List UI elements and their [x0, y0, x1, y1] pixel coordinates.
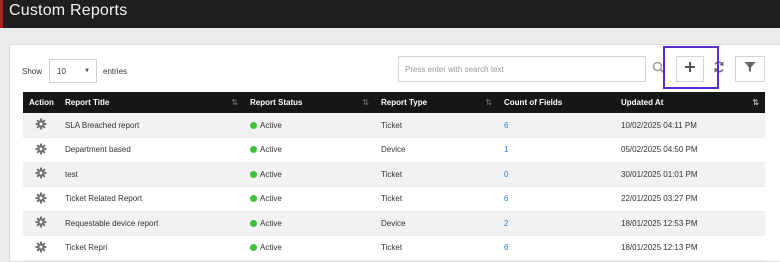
- add-report-button[interactable]: [676, 56, 704, 82]
- plus-icon: [684, 60, 696, 78]
- top-bar: Custom Reports: [0, 0, 780, 28]
- action-cell: [23, 137, 59, 163]
- search-input[interactable]: Press enter with search text: [398, 56, 646, 82]
- table-row: test Active Ticket 0 30/01/2025 01:01 PM: [23, 162, 765, 187]
- table-row: SLA Breached report Active Ticket 6 10/02/20…: [23, 113, 765, 138]
- status-label: Active: [260, 120, 282, 130]
- updated-at-cell: 05/02/2025 04:50 PM: [615, 137, 765, 163]
- column-header-report-title[interactable]: Report Title ⇅: [59, 92, 244, 113]
- reports-table: Action Report Title ⇅ Report Status ⇅ Repo…: [23, 92, 765, 261]
- gear-icon[interactable]: [35, 167, 47, 181]
- report-type-cell: Ticket: [375, 235, 498, 261]
- gear-icon[interactable]: [35, 241, 47, 255]
- page-size-value: 10: [57, 66, 66, 76]
- status-label: Active: [260, 194, 282, 204]
- field-count-cell: 6: [498, 186, 615, 212]
- report-status-cell: Active: [244, 137, 375, 163]
- report-status-cell: Active: [244, 235, 375, 261]
- report-type-cell: Ticket: [375, 113, 498, 138]
- report-status-cell: Active: [244, 162, 375, 187]
- updated-at-cell: 30/01/2025 01:01 PM: [615, 162, 765, 187]
- report-status-cell: Active: [244, 113, 375, 138]
- report-type-cell: Device: [375, 211, 498, 236]
- action-cell: [23, 211, 59, 236]
- refresh-button[interactable]: [705, 56, 733, 82]
- status-label: Active: [260, 218, 282, 228]
- sort-icon: ⇅: [231, 98, 238, 107]
- status-dot-icon: [250, 121, 257, 129]
- sort-icon: ⇅: [362, 98, 369, 107]
- field-count-cell: 1: [498, 137, 615, 163]
- gear-icon[interactable]: [35, 143, 47, 157]
- field-count-cell: 6: [498, 235, 615, 261]
- page-size-select[interactable]: 10 ▼: [49, 59, 98, 83]
- gear-icon[interactable]: [35, 192, 47, 206]
- updated-at-cell: 10/02/2025 04:11 PM: [615, 113, 765, 138]
- report-status-cell: Active: [244, 186, 375, 212]
- action-cell: [23, 235, 59, 261]
- show-label: Show: [22, 66, 43, 76]
- report-title-cell: Requestable device report: [59, 211, 244, 236]
- search-icon[interactable]: [652, 61, 666, 75]
- field-count-link[interactable]: 6: [504, 194, 508, 203]
- gear-icon[interactable]: [35, 216, 47, 230]
- filter-icon: [744, 60, 756, 78]
- field-count-link[interactable]: 2: [504, 219, 508, 228]
- refresh-icon: [712, 60, 726, 79]
- action-cell: [23, 186, 59, 212]
- status-dot-icon: [250, 219, 257, 227]
- column-header-report-type[interactable]: Report Type ⇅: [375, 92, 498, 113]
- field-count-link[interactable]: 0: [504, 170, 508, 179]
- action-cell: [23, 162, 59, 187]
- field-count-cell: 0: [498, 162, 615, 187]
- chevron-down-icon: ▼: [84, 68, 91, 74]
- entries-label: entries: [103, 66, 128, 76]
- column-header-updated-at[interactable]: Updated At ⇅: [615, 92, 765, 113]
- field-count-link[interactable]: 6: [504, 243, 508, 252]
- report-title-cell: Ticket Related Report: [59, 186, 244, 212]
- report-type-cell: Ticket: [375, 162, 498, 187]
- sort-icon: ⇅: [752, 98, 759, 107]
- table-row: Requestable device report Active Device 2 18…: [23, 211, 765, 236]
- table-row: Department based Active Device 1 05/02/2025 …: [23, 137, 765, 163]
- status-dot-icon: [250, 244, 257, 252]
- status-dot-icon: [250, 170, 257, 178]
- field-count-link[interactable]: 1: [504, 145, 508, 154]
- filter-button[interactable]: [735, 56, 765, 82]
- status-label: Active: [260, 145, 282, 155]
- status-dot-icon: [250, 195, 257, 203]
- report-type-cell: Device: [375, 137, 498, 163]
- updated-at-cell: 18/01/2025 12:13 PM: [615, 235, 765, 261]
- page-size-control: Show 10 ▼ entries: [22, 58, 127, 84]
- search-placeholder: Press enter with search text: [405, 65, 504, 74]
- report-title-cell: Department based: [59, 137, 244, 163]
- report-title-cell: SLA Breached report: [59, 113, 244, 138]
- updated-at-cell: 18/01/2025 12:53 PM: [615, 211, 765, 236]
- table-header-row: Action Report Title ⇅ Report Status ⇅ Repo…: [23, 92, 765, 113]
- column-header-count-of-fields[interactable]: Count of Fields: [498, 92, 615, 113]
- gear-icon[interactable]: [35, 118, 47, 132]
- page-title: Custom Reports: [9, 2, 128, 19]
- status-label: Active: [260, 169, 282, 179]
- report-status-cell: Active: [244, 211, 375, 236]
- field-count-cell: 2: [498, 211, 615, 236]
- column-header-report-status[interactable]: Report Status ⇅: [244, 92, 375, 113]
- field-count-cell: 6: [498, 113, 615, 138]
- action-cell: [23, 113, 59, 138]
- table-row: Ticket Repri Active Ticket 6 18/01/2025 12:1…: [23, 235, 765, 261]
- report-type-cell: Ticket: [375, 186, 498, 212]
- updated-at-cell: 22/01/2025 03:27 PM: [615, 186, 765, 212]
- report-title-cell: Ticket Repri: [59, 235, 244, 261]
- column-header-action: Action: [29, 98, 54, 107]
- field-count-link[interactable]: 6: [504, 121, 508, 130]
- accent-stripe: [0, 0, 3, 28]
- status-label: Active: [260, 243, 282, 253]
- status-dot-icon: [250, 146, 257, 154]
- sort-icon: ⇅: [485, 98, 492, 107]
- report-title-cell: test: [59, 162, 244, 187]
- table-row: Ticket Related Report Active Ticket 6 22/01/…: [23, 186, 765, 212]
